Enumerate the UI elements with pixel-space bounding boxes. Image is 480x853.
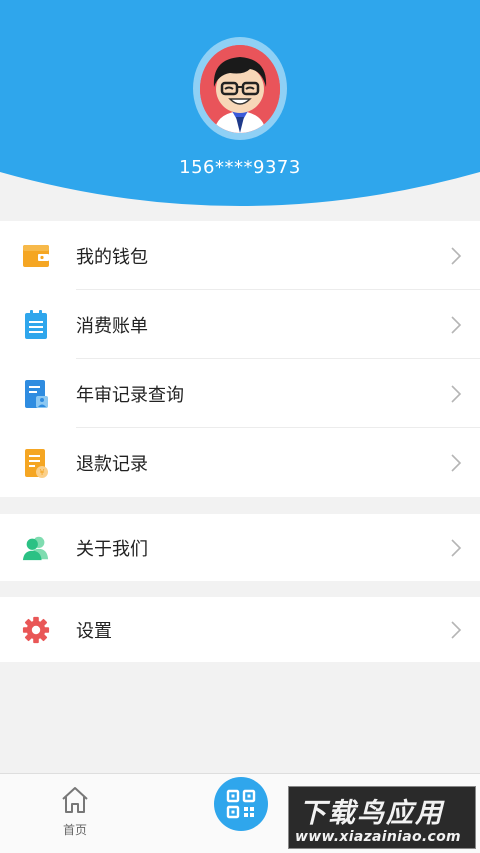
gear-icon	[22, 615, 50, 645]
menu-item-label: 我的钱包	[76, 246, 148, 268]
menu-item-wallet[interactable]: 我的钱包	[0, 221, 480, 290]
menu-item-inspection-record[interactable]: 年审记录查询	[0, 359, 480, 428]
wallet-icon	[22, 241, 50, 271]
menu-item-refund-record[interactable]: ¥ 退款记录	[0, 428, 480, 497]
menu-item-about-us[interactable]: 关于我们	[0, 514, 480, 581]
qr-code-icon	[226, 789, 256, 819]
chevron-right-icon	[451, 538, 462, 557]
bill-clipboard-icon	[22, 309, 50, 340]
menu-item-label: 年审记录查询	[76, 384, 184, 406]
inspection-record-icon	[22, 379, 50, 409]
chevron-right-icon	[451, 453, 462, 472]
menu-item-label: 关于我们	[76, 538, 148, 560]
tab-home-label: 首页	[62, 823, 87, 837]
chevron-right-icon	[451, 246, 462, 265]
menu-group-about: 关于我们	[0, 514, 480, 581]
menu-item-label: 设置	[76, 620, 112, 642]
tab-home[interactable]: 首页	[52, 786, 98, 844]
watermark-logo: 下载鸟应用 www.xiazainiao.com	[288, 786, 476, 849]
menu-item-bill[interactable]: 消费账单	[0, 290, 480, 359]
menu-item-label: 退款记录	[76, 453, 148, 475]
chevron-right-icon	[451, 315, 462, 334]
avatar[interactable]	[193, 37, 287, 140]
refund-record-icon: ¥	[22, 448, 50, 478]
menu-item-label: 消费账单	[76, 315, 148, 337]
svg-text:¥: ¥	[39, 468, 44, 477]
chevron-right-icon	[451, 384, 462, 403]
avatar-cartoon-image	[200, 44, 280, 133]
watermark-url: www.xiazainiao.com	[295, 829, 461, 845]
chevron-right-icon	[451, 620, 462, 639]
watermark-title: 下载鸟应用	[299, 798, 444, 829]
home-icon	[62, 787, 88, 813]
profile-header: 156****9373	[0, 0, 480, 215]
menu-group-account: 我的钱包 消费账单 年审记录查询 ¥ 退款记录	[0, 221, 480, 497]
users-icon	[22, 533, 50, 563]
phone-number: 156****9373	[179, 157, 301, 178]
menu-item-settings[interactable]: 设置	[0, 597, 480, 662]
menu-group-settings: 设置	[0, 597, 480, 662]
scan-button[interactable]	[214, 777, 268, 831]
